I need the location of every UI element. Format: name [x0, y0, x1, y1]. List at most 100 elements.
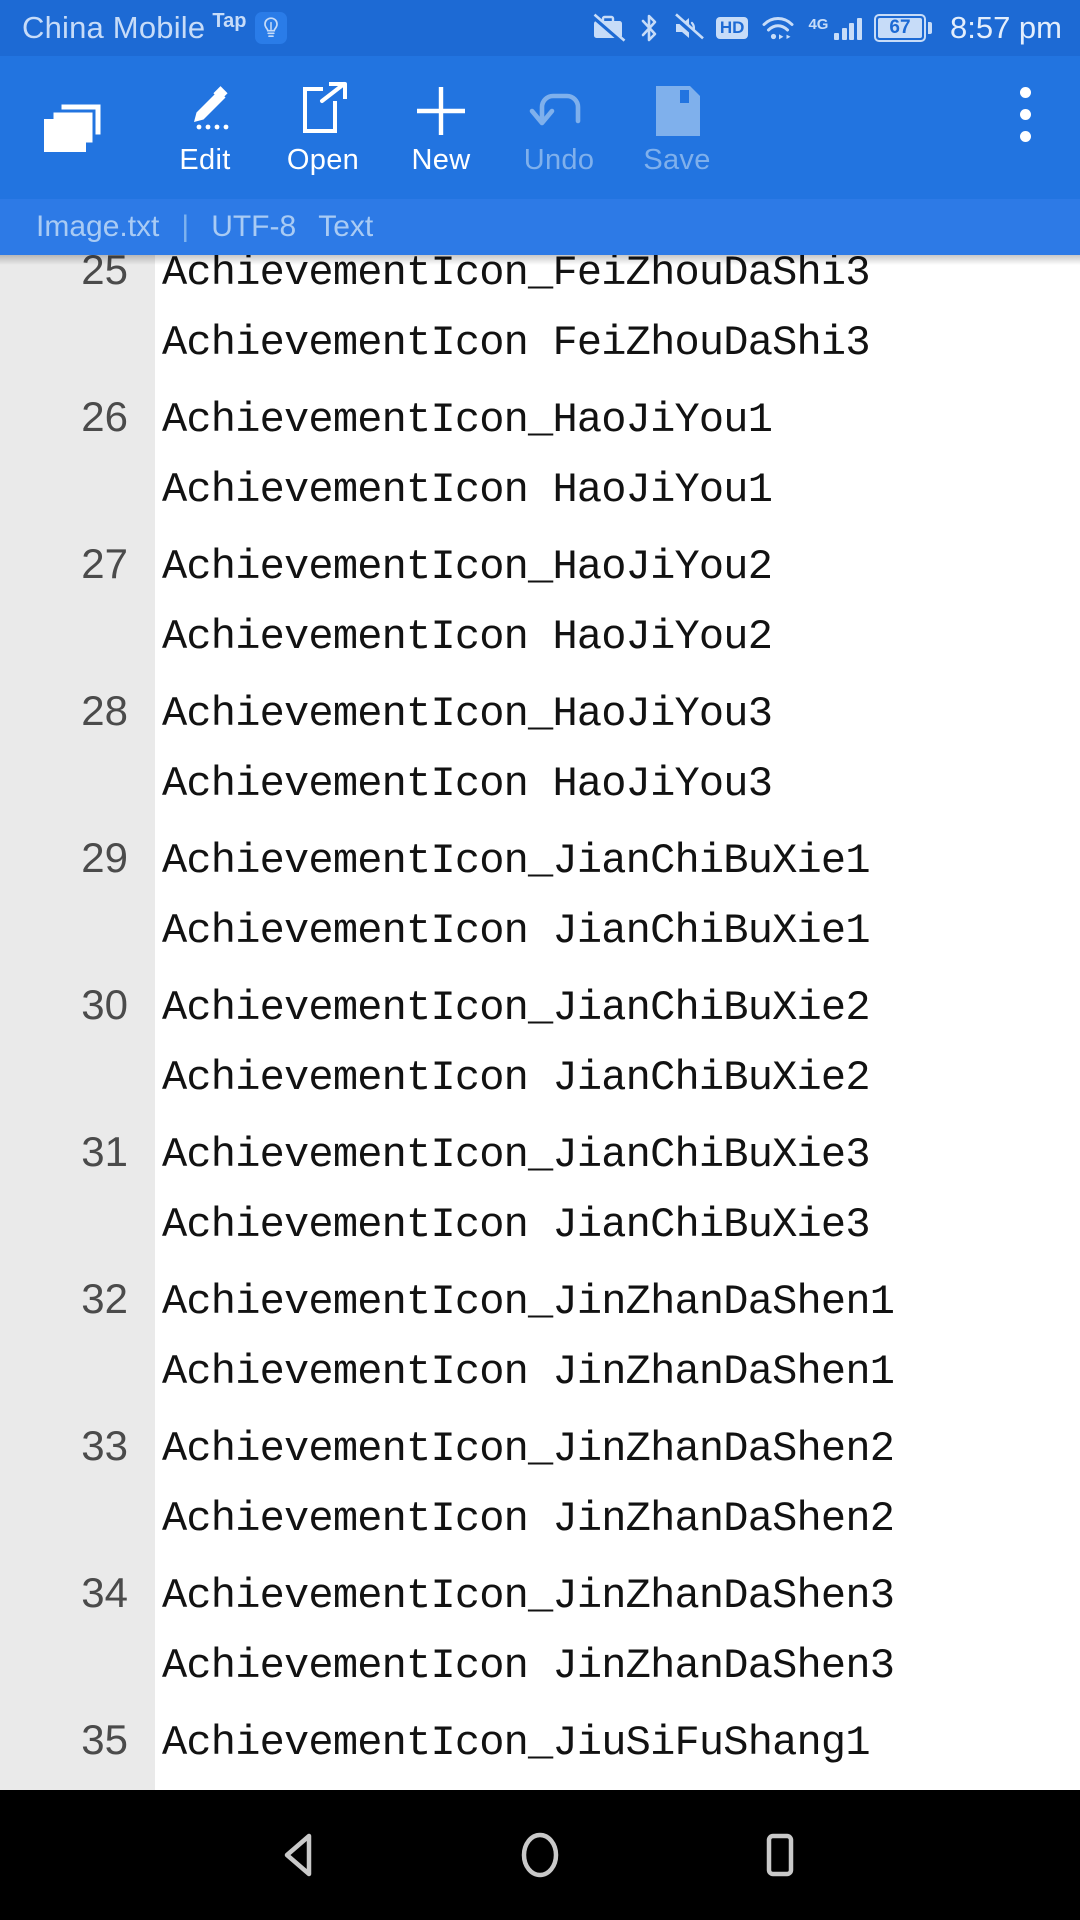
open-button[interactable]: Open [264, 56, 382, 199]
floppy-disk-icon [650, 80, 704, 142]
bluetooth-icon [638, 12, 660, 44]
file-info-bar: Image.txt | UTF-8 Text [0, 199, 1080, 255]
editor-line-row[interactable]: 28 AchievementIcon_HaoJiYou3 [0, 674, 1080, 748]
line-text: AchievementIcon JianChiBuXie3 [162, 1200, 871, 1249]
signal-4g-icon [834, 16, 862, 40]
android-navigation-bar [0, 1790, 1080, 1920]
line-number: 25 [81, 255, 128, 293]
hd-icon: HD [715, 17, 749, 39]
line-number: 28 [81, 687, 128, 734]
editor-line-row[interactable]: AchievementIcon JianChiBuXie2 [0, 1042, 1080, 1116]
line-text: AchievementIcon HaoJiYou1 [162, 465, 773, 514]
work-profile-off-icon [590, 12, 626, 44]
wifi-icon [760, 12, 796, 44]
editor-line-row[interactable]: 29 AchievementIcon_JianChiBuXie1 [0, 821, 1080, 895]
line-text: AchievementIcon HaoJiYou2 [162, 612, 773, 661]
encoding-label: UTF-8 [211, 210, 297, 243]
line-text: AchievementIcon_JiuSiFuShang1 [162, 1719, 871, 1767]
line-text: AchievementIcon JinZhanDaShen2 [162, 1494, 895, 1543]
editor-content[interactable]: 25 AchievementIcon_FeiZhouDaShi3 Achieveme… [0, 255, 1080, 1790]
line-number: 34 [81, 1569, 128, 1616]
editor-line-row[interactable]: 33 AchievementIcon_JinZhanDaShen2 [0, 1409, 1080, 1483]
editor-line-row[interactable]: 27 AchievementIcon_HaoJiYou2 [0, 527, 1080, 601]
editor-line-row[interactable]: AchievementIcon HaoJiYou3 [0, 748, 1080, 822]
clock-label: 8:57 pm [949, 10, 1062, 45]
save-button-label: Save [643, 144, 711, 176]
line-number: 33 [81, 1422, 128, 1469]
edit-button[interactable]: Edit [146, 56, 264, 199]
app-root: China Mobile Tap HD 4G 67 8:57 pm Edit O… [0, 0, 1080, 1920]
line-text: AchievementIcon_JianChiBuXie1 [162, 837, 871, 885]
editor-line-row[interactable]: AchievementIcon HaoJiYou1 [0, 454, 1080, 528]
editor-line-row[interactable]: AchievementIcon JinZhanDaShen2 [0, 1483, 1080, 1557]
line-text: AchievementIcon JianChiBuXie1 [162, 906, 871, 955]
file-info-separator: | [181, 210, 190, 243]
editor-line-row[interactable]: AchievementIcon JinZhanDaShen3 [0, 1630, 1080, 1704]
nav-back-button[interactable] [180, 1790, 420, 1920]
editor-line-row[interactable]: 35 AchievementIcon_JiuSiFuShang1 [0, 1703, 1080, 1777]
line-text: AchievementIcon_HaoJiYou1 [162, 396, 773, 444]
line-number: 29 [81, 834, 128, 881]
line-text: AchievementIcon_JinZhanDaShen3 [162, 1572, 895, 1620]
filename-label: Image.txt [36, 210, 160, 243]
open-button-label: Open [286, 144, 360, 176]
undo-button[interactable]: Undo [500, 56, 618, 199]
status-bar: China Mobile Tap HD 4G 67 8:57 pm [0, 0, 1080, 56]
line-text: AchievementIcon JianChiBuXie2 [162, 1053, 871, 1102]
line-number: 32 [81, 1275, 128, 1322]
carrier-label: China Mobile [22, 10, 206, 45]
status-bar-icons: HD 4G 67 8:57 pm [590, 10, 1062, 46]
battery-level-label: 67 [877, 17, 922, 38]
nav-home-button[interactable] [420, 1790, 660, 1920]
undo-button-label: Undo [523, 144, 595, 176]
filetype-label: Text [318, 210, 374, 243]
editor-line-row[interactable]: 32 AchievementIcon_JinZhanDaShen1 [0, 1262, 1080, 1336]
line-text: AchievementIcon JinZhanDaShen1 [162, 1347, 895, 1396]
volume-mute-icon [672, 12, 704, 44]
editor-line-row[interactable]: AchievementIcon FeiZhouDaShi3 [0, 307, 1080, 381]
line-text: AchievementIcon_JianChiBuXie2 [162, 984, 871, 1032]
line-text: AchievementIcon HaoJiYou3 [162, 759, 773, 808]
edit-button-label: Edit [179, 144, 231, 176]
line-number: 30 [81, 981, 128, 1028]
save-button[interactable]: Save [618, 56, 736, 199]
new-button[interactable]: New [382, 56, 500, 199]
line-number: 35 [81, 1716, 128, 1763]
app-toolbar: Edit Open New Undo Save [0, 56, 1080, 199]
line-number: 31 [81, 1128, 128, 1175]
line-text: AchievementIcon JinZhanDaShen3 [162, 1641, 895, 1690]
line-text: AchievementIcon_JinZhanDaShen1 [162, 1278, 895, 1326]
line-number: 26 [81, 393, 128, 440]
editor-line-row[interactable]: AchievementIcon JianChiBuXie1 [0, 895, 1080, 969]
more-vertical-icon[interactable] [970, 56, 1080, 199]
editor-line-row[interactable]: AchievementIcon JiuSiFuShang1 [0, 1777, 1080, 1791]
open-external-icon [295, 80, 351, 142]
line-number: 27 [81, 540, 128, 587]
editor-line-row[interactable]: 26 AchievementIcon_HaoJiYou1 [0, 380, 1080, 454]
nav-recents-button[interactable] [660, 1790, 900, 1920]
text-editor[interactable]: 25 AchievementIcon_FeiZhouDaShi3 Achieveme… [0, 255, 1080, 1790]
lightbulb-icon[interactable] [255, 12, 288, 44]
undo-arrow-icon [528, 80, 590, 142]
plus-icon [412, 80, 470, 142]
editor-line-row[interactable]: 30 AchievementIcon_JianChiBuXie2 [0, 968, 1080, 1042]
editor-line-row[interactable]: AchievementIcon JianChiBuXie3 [0, 1189, 1080, 1263]
line-text: AchievementIcon_FeiZhouDaShi3 [162, 255, 871, 297]
editor-line-row[interactable]: 34 AchievementIcon_JinZhanDaShen3 [0, 1556, 1080, 1630]
line-text: AchievementIcon_JinZhanDaShen2 [162, 1425, 895, 1473]
network-type-label: 4G [808, 16, 829, 33]
documents-stack-icon[interactable] [0, 56, 146, 199]
battery-icon: 67 [873, 14, 932, 42]
editor-line-row[interactable]: 25 AchievementIcon_FeiZhouDaShi3 [0, 255, 1080, 307]
line-text: AchievementIcon_HaoJiYou3 [162, 690, 773, 738]
line-text: AchievementIcon_HaoJiYou2 [162, 543, 773, 591]
tap-badge-label: Tap [212, 9, 247, 32]
editor-line-row[interactable]: 31 AchievementIcon_JianChiBuXie3 [0, 1115, 1080, 1189]
line-text: AchievementIcon_JianChiBuXie3 [162, 1131, 871, 1179]
editor-line-row[interactable]: AchievementIcon JinZhanDaShen1 [0, 1336, 1080, 1410]
editor-line-row[interactable]: AchievementIcon HaoJiYou2 [0, 601, 1080, 675]
pencil-icon [177, 80, 233, 142]
line-text: AchievementIcon JiuSiFuShang1 [162, 1777, 1080, 1791]
line-text: AchievementIcon FeiZhouDaShi3 [162, 318, 871, 367]
new-button-label: New [411, 144, 471, 176]
